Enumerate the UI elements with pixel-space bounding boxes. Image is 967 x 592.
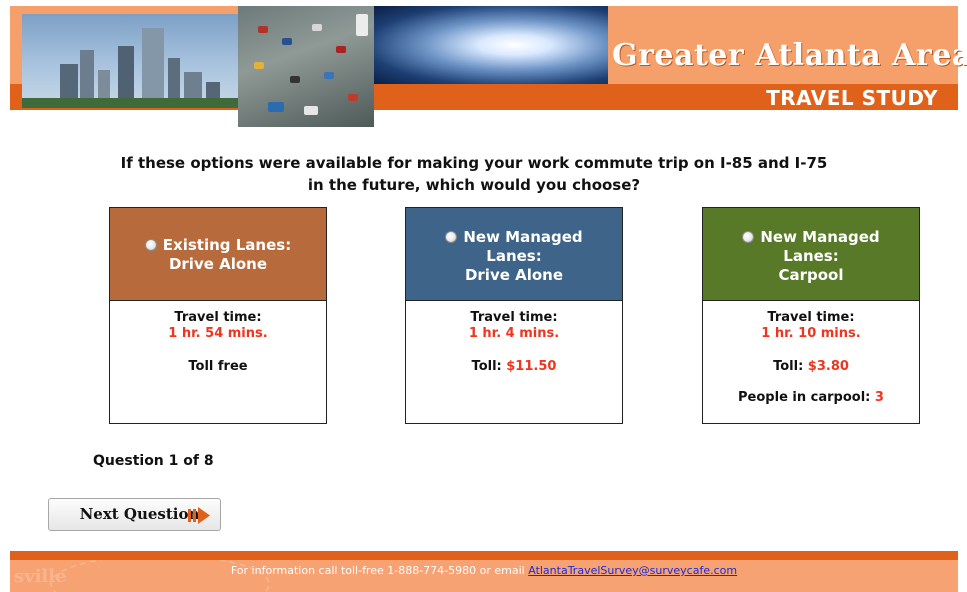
question-progress: Question 1 of 8	[93, 453, 214, 469]
option-label-line1: New Managed	[463, 228, 583, 246]
next-question-button[interactable]: Next Question	[48, 498, 221, 531]
travel-time-label: Travel time:	[174, 310, 262, 325]
toll-value: $11.50	[506, 359, 557, 374]
carpool-label: People in carpool:	[738, 390, 871, 405]
option-label-line3: Carpool	[778, 266, 844, 284]
option-header-existing-lanes[interactable]: Existing Lanes: Drive Alone	[110, 208, 326, 301]
radio-button-existing-lanes[interactable]	[144, 239, 157, 251]
toll-text: Toll free	[188, 359, 248, 374]
option-header-managed-drive-alone[interactable]: New Managed Lanes: Drive Alone	[406, 208, 622, 301]
option-details: Travel time: 1 hr. 10 mins. Toll: $3.80 …	[703, 301, 919, 406]
travel-time-value: 1 hr. 54 mins.	[168, 326, 268, 341]
toll-line: Toll: $11.50	[406, 359, 622, 375]
toll-label: Toll:	[471, 359, 502, 374]
tunnel-light-photo	[374, 6, 608, 84]
footer: sville For information call toll-free 1-…	[10, 560, 958, 592]
footer-divider	[10, 551, 958, 560]
city-skyline-photo	[22, 14, 238, 108]
footer-email-link[interactable]: AtlantaTravelSurvey@surveycafe.com	[528, 564, 737, 577]
header-banner: Greater Atlanta Area TRAVEL STUDY	[0, 0, 967, 128]
toll-label: Toll:	[773, 359, 804, 374]
question-text: If these options were available for maki…	[120, 154, 828, 194]
carpool-value: 3	[874, 390, 884, 405]
next-question-label: Next Question	[79, 505, 200, 523]
option-label-line1: New Managed	[760, 228, 880, 246]
radio-button-managed-carpool[interactable]	[742, 231, 755, 243]
option-label-line3: Drive Alone	[464, 266, 564, 284]
carpool-line: People in carpool: 3	[703, 390, 919, 406]
option-label-line1: Existing Lanes:	[162, 236, 292, 254]
toll-line: Toll: $3.80	[703, 359, 919, 375]
option-card-managed-drive-alone: New Managed Lanes: Drive Alone Travel ti…	[405, 207, 623, 424]
arrow-right-icon	[188, 507, 210, 524]
option-label-line2: Lanes:	[486, 247, 542, 265]
travel-time-value: 1 hr. 4 mins.	[468, 326, 560, 341]
footer-info-text: For information call toll-free 1-888-774…	[230, 564, 525, 577]
travel-time-label: Travel time:	[767, 310, 855, 325]
option-card-existing-lanes: Existing Lanes: Drive Alone Travel time:…	[109, 207, 327, 424]
option-label-line2: Drive Alone	[168, 255, 268, 273]
footer-info: For information call toll-free 1-888-774…	[10, 564, 958, 577]
highway-traffic-photo	[238, 6, 374, 127]
option-card-managed-carpool: New Managed Lanes: Carpool Travel time: …	[702, 207, 920, 424]
site-subtitle: TRAVEL STUDY	[766, 86, 938, 110]
radio-button-managed-drive-alone[interactable]	[445, 231, 458, 243]
option-label-line2: Lanes:	[783, 247, 839, 265]
option-details: Travel time: 1 hr. 4 mins. Toll: $11.50	[406, 301, 622, 375]
travel-time-label: Travel time:	[470, 310, 558, 325]
toll-value: $3.80	[807, 359, 849, 374]
site-title: Greater Atlanta Area	[612, 38, 967, 73]
option-header-managed-carpool[interactable]: New Managed Lanes: Carpool	[703, 208, 919, 301]
option-details: Travel time: 1 hr. 54 mins. Toll free	[110, 301, 326, 375]
travel-time-value: 1 hr. 10 mins.	[761, 326, 861, 341]
